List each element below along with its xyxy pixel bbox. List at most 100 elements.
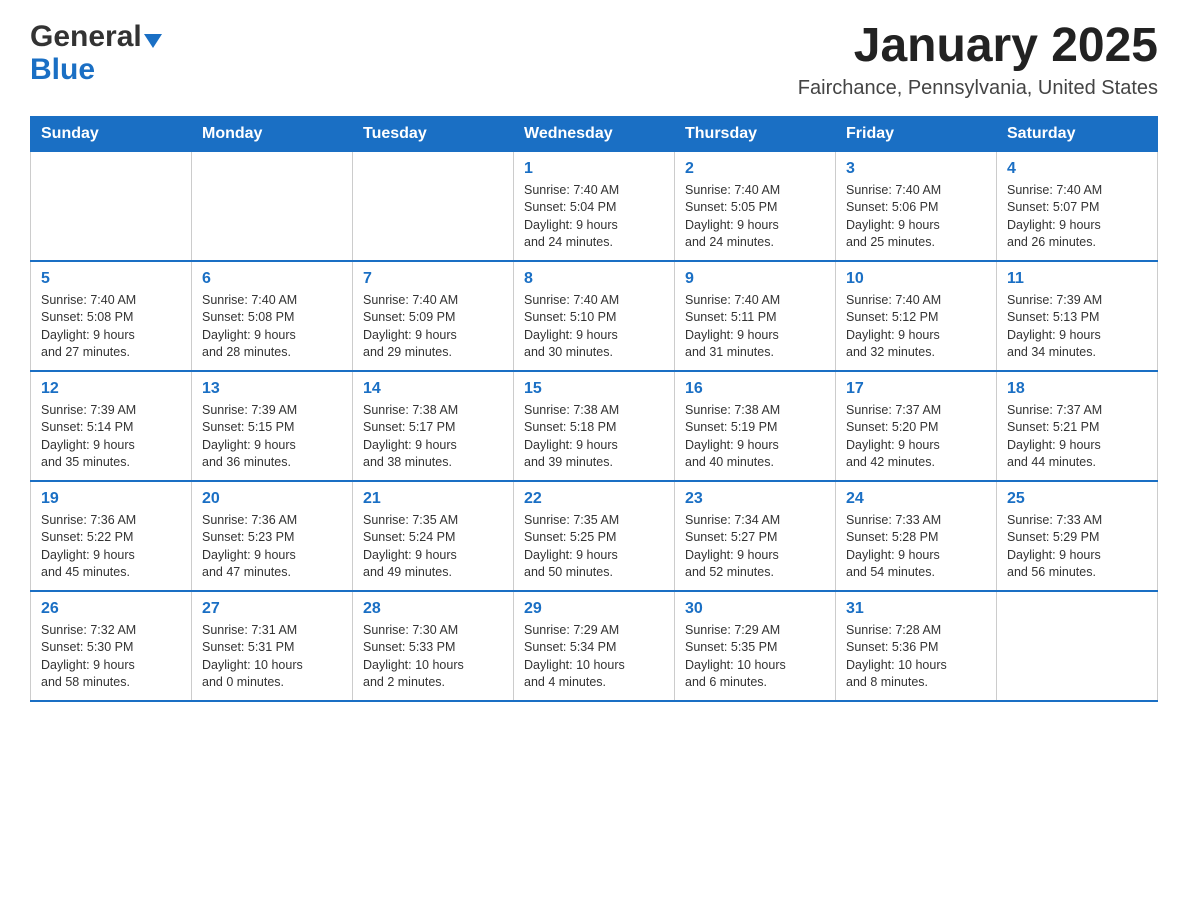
day-info: Sunrise: 7:40 AM Sunset: 5:07 PM Dayligh… [1007, 182, 1147, 252]
day-number: 14 [363, 380, 503, 398]
day-info: Sunrise: 7:40 AM Sunset: 5:04 PM Dayligh… [524, 182, 664, 252]
day-info: Sunrise: 7:40 AM Sunset: 5:12 PM Dayligh… [846, 292, 986, 362]
day-number: 31 [846, 600, 986, 618]
day-number: 29 [524, 600, 664, 618]
day-number: 9 [685, 270, 825, 288]
day-number: 19 [41, 490, 181, 508]
day-number: 1 [524, 160, 664, 178]
calendar-cell: 18 Sunrise: 7:37 AM Sunset: 5:21 PM Dayli… [997, 371, 1158, 481]
day-info: Sunrise: 7:39 AM Sunset: 5:13 PM Dayligh… [1007, 292, 1147, 362]
day-info: Sunrise: 7:39 AM Sunset: 5:14 PM Dayligh… [41, 402, 181, 472]
day-info: Sunrise: 7:37 AM Sunset: 5:21 PM Dayligh… [1007, 402, 1147, 472]
weekday-header-monday: Monday [192, 116, 353, 151]
day-info: Sunrise: 7:38 AM Sunset: 5:18 PM Dayligh… [524, 402, 664, 472]
calendar-week-row: 19 Sunrise: 7:36 AM Sunset: 5:22 PM Dayli… [31, 481, 1158, 591]
calendar-cell: 23 Sunrise: 7:34 AM Sunset: 5:27 PM Dayli… [675, 481, 836, 591]
calendar-cell [192, 151, 353, 261]
day-number: 8 [524, 270, 664, 288]
day-info: Sunrise: 7:38 AM Sunset: 5:17 PM Dayligh… [363, 402, 503, 472]
day-number: 24 [846, 490, 986, 508]
day-number: 5 [41, 270, 181, 288]
day-info: Sunrise: 7:33 AM Sunset: 5:29 PM Dayligh… [1007, 512, 1147, 582]
day-info: Sunrise: 7:36 AM Sunset: 5:22 PM Dayligh… [41, 512, 181, 582]
calendar-cell: 6Sunrise: 7:40 AM Sunset: 5:08 PM Daylig… [192, 261, 353, 371]
day-info: Sunrise: 7:29 AM Sunset: 5:35 PM Dayligh… [685, 622, 825, 692]
logo-triangle-icon [144, 34, 162, 48]
day-number: 4 [1007, 160, 1147, 178]
day-info: Sunrise: 7:40 AM Sunset: 5:05 PM Dayligh… [685, 182, 825, 252]
calendar-cell: 11 Sunrise: 7:39 AM Sunset: 5:13 PM Dayli… [997, 261, 1158, 371]
calendar-week-row: 1 Sunrise: 7:40 AM Sunset: 5:04 PM Daylig… [31, 151, 1158, 261]
calendar-cell: 15Sunrise: 7:38 AM Sunset: 5:18 PM Dayli… [514, 371, 675, 481]
day-number: 23 [685, 490, 825, 508]
calendar-cell: 1 Sunrise: 7:40 AM Sunset: 5:04 PM Daylig… [514, 151, 675, 261]
day-number: 16 [685, 380, 825, 398]
calendar-cell: 2 Sunrise: 7:40 AM Sunset: 5:05 PM Daylig… [675, 151, 836, 261]
calendar-cell: 22 Sunrise: 7:35 AM Sunset: 5:25 PM Dayli… [514, 481, 675, 591]
day-info: Sunrise: 7:40 AM Sunset: 5:10 PM Dayligh… [524, 292, 664, 362]
day-info: Sunrise: 7:36 AM Sunset: 5:23 PM Dayligh… [202, 512, 342, 582]
day-info: Sunrise: 7:40 AM Sunset: 5:11 PM Dayligh… [685, 292, 825, 362]
calendar-cell: 25 Sunrise: 7:33 AM Sunset: 5:29 PM Dayli… [997, 481, 1158, 591]
calendar-cell: 29 Sunrise: 7:29 AM Sunset: 5:34 PM Dayli… [514, 591, 675, 701]
calendar-table: SundayMondayTuesdayWednesdayThursdayFrid… [30, 116, 1158, 702]
calendar-week-row: 12Sunrise: 7:39 AM Sunset: 5:14 PM Dayli… [31, 371, 1158, 481]
day-number: 11 [1007, 270, 1147, 288]
day-info: Sunrise: 7:35 AM Sunset: 5:24 PM Dayligh… [363, 512, 503, 582]
weekday-header-wednesday: Wednesday [514, 116, 675, 151]
location-title: Fairchance, Pennsylvania, United States [798, 77, 1158, 100]
calendar-cell: 31 Sunrise: 7:28 AM Sunset: 5:36 PM Dayli… [836, 591, 997, 701]
calendar-cell: 27 Sunrise: 7:31 AM Sunset: 5:31 PM Dayli… [192, 591, 353, 701]
calendar-cell: 20 Sunrise: 7:36 AM Sunset: 5:23 PM Dayli… [192, 481, 353, 591]
day-info: Sunrise: 7:28 AM Sunset: 5:36 PM Dayligh… [846, 622, 986, 692]
day-number: 27 [202, 600, 342, 618]
calendar-cell: 17 Sunrise: 7:37 AM Sunset: 5:20 PM Dayli… [836, 371, 997, 481]
day-number: 17 [846, 380, 986, 398]
day-info: Sunrise: 7:29 AM Sunset: 5:34 PM Dayligh… [524, 622, 664, 692]
day-number: 25 [1007, 490, 1147, 508]
day-info: Sunrise: 7:31 AM Sunset: 5:31 PM Dayligh… [202, 622, 342, 692]
calendar-cell: 12Sunrise: 7:39 AM Sunset: 5:14 PM Dayli… [31, 371, 192, 481]
logo-general-text: General [30, 20, 142, 53]
day-number: 13 [202, 380, 342, 398]
calendar-week-row: 5 Sunrise: 7:40 AM Sunset: 5:08 PM Daylig… [31, 261, 1158, 371]
calendar-cell: 14 Sunrise: 7:38 AM Sunset: 5:17 PM Dayli… [353, 371, 514, 481]
calendar-cell: 19 Sunrise: 7:36 AM Sunset: 5:22 PM Dayli… [31, 481, 192, 591]
logo: General Blue [30, 20, 162, 86]
day-number: 7 [363, 270, 503, 288]
day-info: Sunrise: 7:40 AM Sunset: 5:08 PM Dayligh… [41, 292, 181, 362]
day-info: Sunrise: 7:40 AM Sunset: 5:06 PM Dayligh… [846, 182, 986, 252]
weekday-header-friday: Friday [836, 116, 997, 151]
day-info: Sunrise: 7:30 AM Sunset: 5:33 PM Dayligh… [363, 622, 503, 692]
month-title: January 2025 [798, 20, 1158, 73]
calendar-cell: 3 Sunrise: 7:40 AM Sunset: 5:06 PM Daylig… [836, 151, 997, 261]
day-number: 21 [363, 490, 503, 508]
calendar-cell: 30 Sunrise: 7:29 AM Sunset: 5:35 PM Dayli… [675, 591, 836, 701]
day-number: 6 [202, 270, 342, 288]
logo-blue-text: Blue [30, 53, 95, 86]
day-info: Sunrise: 7:32 AM Sunset: 5:30 PM Dayligh… [41, 622, 181, 692]
day-number: 22 [524, 490, 664, 508]
calendar-cell [353, 151, 514, 261]
day-info: Sunrise: 7:37 AM Sunset: 5:20 PM Dayligh… [846, 402, 986, 472]
day-number: 30 [685, 600, 825, 618]
weekday-header-thursday: Thursday [675, 116, 836, 151]
day-number: 18 [1007, 380, 1147, 398]
day-number: 2 [685, 160, 825, 178]
weekday-header-row: SundayMondayTuesdayWednesdayThursdayFrid… [31, 116, 1158, 151]
day-info: Sunrise: 7:35 AM Sunset: 5:25 PM Dayligh… [524, 512, 664, 582]
day-info: Sunrise: 7:33 AM Sunset: 5:28 PM Dayligh… [846, 512, 986, 582]
calendar-cell [997, 591, 1158, 701]
day-info: Sunrise: 7:40 AM Sunset: 5:09 PM Dayligh… [363, 292, 503, 362]
day-info: Sunrise: 7:34 AM Sunset: 5:27 PM Dayligh… [685, 512, 825, 582]
day-info: Sunrise: 7:38 AM Sunset: 5:19 PM Dayligh… [685, 402, 825, 472]
calendar-cell: 28Sunrise: 7:30 AM Sunset: 5:33 PM Dayli… [353, 591, 514, 701]
day-number: 10 [846, 270, 986, 288]
weekday-header-tuesday: Tuesday [353, 116, 514, 151]
day-number: 20 [202, 490, 342, 508]
day-number: 3 [846, 160, 986, 178]
calendar-cell: 24 Sunrise: 7:33 AM Sunset: 5:28 PM Dayli… [836, 481, 997, 591]
calendar-cell: 16 Sunrise: 7:38 AM Sunset: 5:19 PM Dayli… [675, 371, 836, 481]
weekday-header-sunday: Sunday [31, 116, 192, 151]
day-number: 26 [41, 600, 181, 618]
